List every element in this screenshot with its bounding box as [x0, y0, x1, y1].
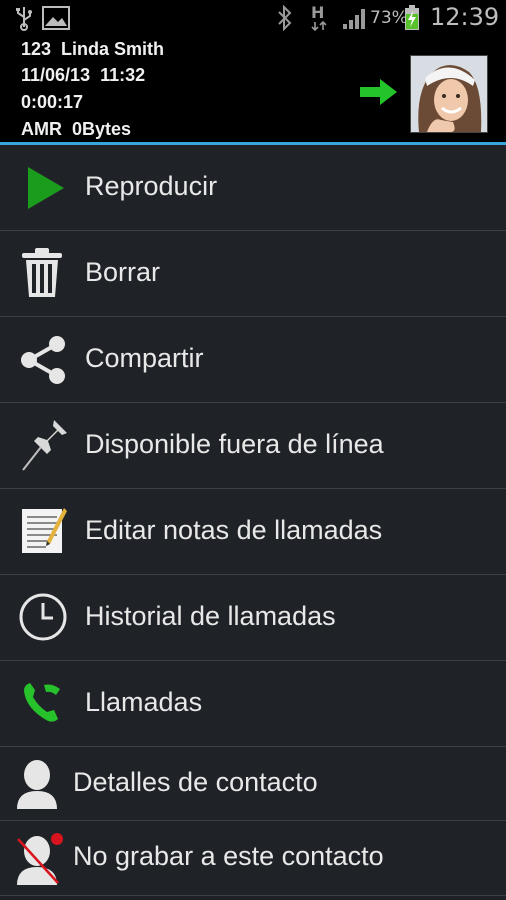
clock-icon — [19, 593, 67, 641]
trash-icon — [22, 248, 62, 297]
menu-item-label: Detalles de contacto — [73, 767, 318, 797]
data-type-label: H — [311, 3, 325, 22]
play-icon — [28, 167, 64, 209]
recording-datetime: 11/06/13 11:32 — [21, 65, 146, 85]
bluetooth-icon — [278, 5, 292, 31]
pin-icon — [22, 420, 67, 471]
gallery-icon — [42, 6, 70, 30]
battery-percent: 73% — [370, 8, 408, 28]
menu-item-call-history[interactable]: Historial de llamadas — [0, 575, 506, 661]
contact-avatar[interactable] — [410, 55, 488, 133]
menu-item-label: Historial de llamadas — [85, 601, 336, 631]
contact-icon — [17, 760, 57, 809]
menu-item-label: Borrar — [85, 257, 161, 287]
menu-item-calls[interactable]: Llamadas — [0, 661, 506, 747]
clock-time: 12:39 — [430, 3, 500, 31]
h-data-icon: H — [308, 3, 330, 33]
battery-charging-icon — [405, 5, 419, 30]
menu-item-label: Compartir — [85, 343, 204, 373]
menu-item-label: Editar notas de llamadas — [85, 515, 383, 545]
recording-header: 123 Linda Smith 11/06/13 11:32 0:00:17 A… — [0, 36, 506, 143]
share-icon — [21, 336, 65, 384]
menu-item-edit-notes[interactable]: Editar notas de llamadas — [0, 489, 506, 575]
menu-item-offline[interactable]: Disponible fuera de línea — [0, 403, 506, 489]
menu-item-delete[interactable]: Borrar — [0, 231, 506, 317]
caller-name: 123 Linda Smith — [21, 39, 165, 59]
recording-duration: 0:00:17 — [21, 92, 84, 112]
menu-item-contact-details[interactable]: Detalles de contacto — [0, 747, 506, 821]
usb-icon — [16, 7, 32, 31]
menu-item-share[interactable]: Compartir — [0, 317, 506, 403]
menu-item-label: Reproducir — [85, 171, 218, 201]
menu-item-label: Disponible fuera de línea — [85, 429, 384, 459]
status-bar: H 73% 12:39 — [0, 0, 506, 36]
incoming-arrow-icon — [360, 79, 397, 105]
notes-icon — [22, 508, 67, 553]
menu-item-no-record[interactable]: No grabar a este contacto — [0, 821, 506, 896]
menu-item-label: No grabar a este contacto — [73, 841, 384, 871]
menu-item-play[interactable]: Reproducir — [0, 145, 506, 231]
phone-icon — [24, 683, 60, 722]
signal-icon — [343, 9, 365, 29]
contact-no-record-icon — [17, 833, 63, 885]
recording-format-size: AMR 0Bytes — [21, 119, 132, 139]
menu-item-label: Llamadas — [85, 687, 203, 717]
